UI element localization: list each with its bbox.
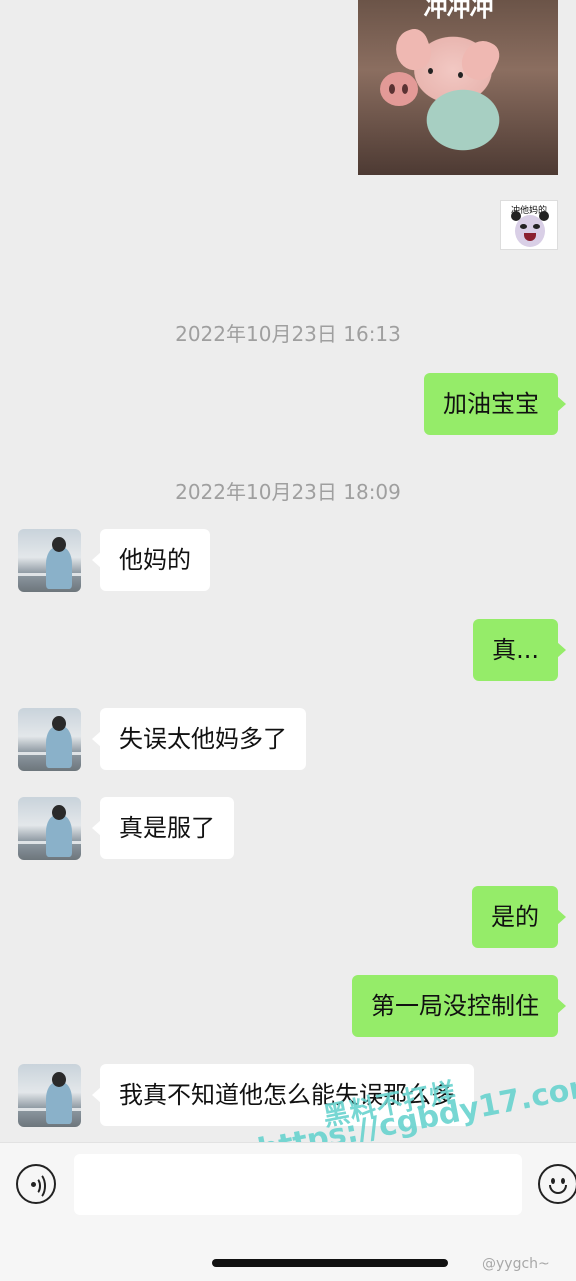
emoji-icon[interactable] bbox=[538, 1164, 576, 1204]
panda-eye-left bbox=[520, 224, 527, 229]
incoming-message[interactable]: 真是服了 bbox=[92, 797, 234, 859]
pig-eye-right bbox=[458, 72, 463, 78]
avatar-head bbox=[52, 716, 66, 731]
pig-eye-left bbox=[428, 68, 433, 74]
avatar-person bbox=[46, 726, 72, 768]
emoji-icon-eye-left bbox=[551, 1178, 555, 1184]
incoming-message[interactable]: 失误太他妈多了 bbox=[92, 708, 306, 770]
outgoing-message[interactable]: 真... bbox=[473, 619, 566, 681]
panda-mouth bbox=[524, 233, 536, 241]
chat-timestamp: 2022年10月23日 16:13 bbox=[175, 322, 401, 346]
avatar-person bbox=[46, 547, 72, 589]
pig-ear-right bbox=[456, 34, 504, 86]
panda-face bbox=[515, 215, 545, 247]
avatar-head bbox=[52, 805, 66, 820]
friend-avatar[interactable] bbox=[18, 529, 81, 592]
outgoing-message[interactable]: 是的 bbox=[472, 886, 566, 948]
panda-meme-sticker[interactable]: 冲他妈的 bbox=[500, 200, 558, 250]
avatar-head bbox=[52, 537, 66, 552]
message-input[interactable] bbox=[74, 1154, 522, 1215]
incoming-message[interactable]: 他妈的 bbox=[92, 529, 210, 591]
panda-eye-right bbox=[533, 224, 540, 229]
emoji-icon-eye-right bbox=[561, 1178, 565, 1184]
voice-icon-wave-outer bbox=[28, 1172, 46, 1200]
pig-snout bbox=[380, 72, 418, 106]
credit-watermark: @yygch~ bbox=[482, 1256, 550, 1272]
friend-avatar[interactable] bbox=[18, 797, 81, 860]
home-indicator[interactable] bbox=[212, 1259, 448, 1267]
friend-avatar[interactable] bbox=[18, 1064, 81, 1127]
friend-avatar[interactable] bbox=[18, 708, 81, 771]
avatar-person bbox=[46, 1082, 72, 1124]
emoji-icon-smile bbox=[549, 1185, 567, 1194]
voice-icon[interactable] bbox=[16, 1164, 56, 1204]
outgoing-message[interactable]: 第一局没控制住 bbox=[352, 975, 566, 1037]
pig-nostril-left bbox=[389, 84, 395, 94]
avatar-head bbox=[52, 1072, 66, 1087]
chat-timestamp: 2022年10月23日 18:09 bbox=[175, 480, 401, 504]
pig-nostril-right bbox=[402, 84, 408, 94]
outgoing-message[interactable]: 加油宝宝 bbox=[424, 373, 566, 435]
pig-sticker-caption: 冲冲冲 bbox=[423, 0, 494, 22]
avatar-person bbox=[46, 815, 72, 857]
pig-sticker-image[interactable]: 冲冲冲 bbox=[358, 0, 558, 175]
